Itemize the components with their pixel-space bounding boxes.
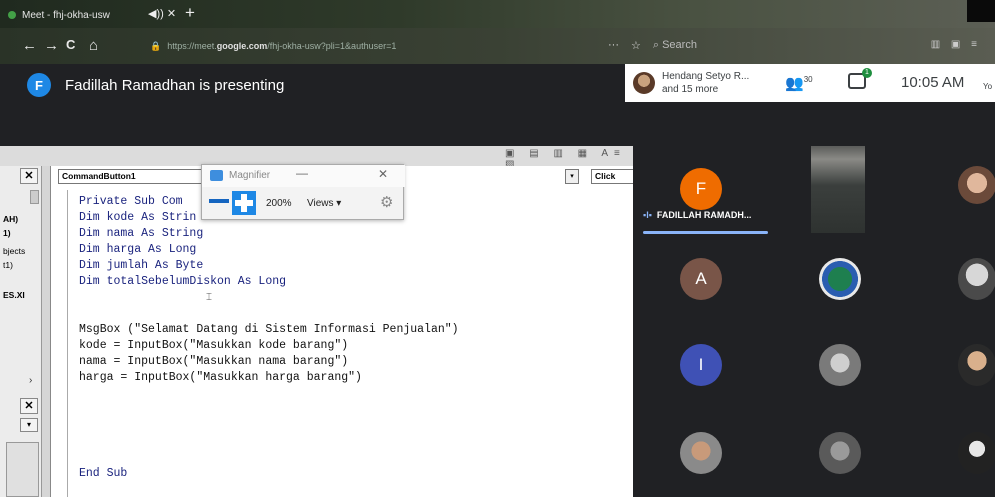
magnifier-app-icon bbox=[210, 170, 223, 181]
code-line[interactable]: MsgBox ("Selamat Datang di Sistem Inform… bbox=[79, 322, 459, 338]
tab-title: Meet - fhj-okha-usw bbox=[22, 9, 110, 21]
chat-badge: 1 bbox=[862, 68, 872, 78]
active-speaker-indicator bbox=[643, 231, 768, 234]
participant-tile[interactable]: I bbox=[680, 344, 722, 386]
close-icon[interactable]: ✕ bbox=[378, 167, 388, 181]
lock-icon: 🔒 bbox=[150, 40, 162, 51]
meet-header-controls: Hendang Setyo R... and 15 more 👥30 1 10:… bbox=[625, 64, 995, 102]
forward-button[interactable]: → bbox=[44, 37, 59, 54]
code-line[interactable] bbox=[79, 434, 459, 450]
code-line[interactable]: kode = InputBox("Masukkan kode barang") bbox=[79, 338, 459, 354]
project-scrollbar[interactable] bbox=[30, 190, 39, 204]
participant-video[interactable] bbox=[811, 146, 865, 233]
screenshot-root: Meet - fhj-okha-usw ◀)) ✕ + ← → C ⌂ 🔒 ht… bbox=[0, 0, 995, 497]
code-line[interactable] bbox=[79, 450, 459, 466]
magnifier-title: Magnifier bbox=[229, 170, 271, 181]
code-line[interactable]: End Sub bbox=[79, 466, 459, 482]
speaking-icon: ▪I▪ bbox=[643, 210, 652, 220]
zoom-out-button[interactable] bbox=[209, 199, 229, 203]
browser-tab[interactable]: Meet - fhj-okha-usw bbox=[8, 6, 110, 24]
participant-avatar[interactable] bbox=[958, 432, 995, 474]
zoom-in-button[interactable] bbox=[232, 191, 256, 215]
presenter-avatar: F bbox=[27, 73, 51, 97]
browser-nav-bar: ← → C ⌂ 🔒 https://meet.google.com/fhj-ok… bbox=[0, 28, 995, 64]
properties-close-button[interactable]: ✕ bbox=[20, 398, 38, 414]
code-line[interactable] bbox=[79, 418, 459, 434]
participant-avatar[interactable] bbox=[680, 432, 722, 474]
gear-icon[interactable]: ⚙ bbox=[380, 193, 393, 211]
you-label: Yo bbox=[983, 82, 993, 91]
project-close-button[interactable]: ✕ bbox=[20, 168, 38, 184]
views-dropdown[interactable]: Views ▾ bbox=[307, 198, 341, 209]
active-speaker-label: ▪I▪ FADILLAH RAMADH... bbox=[643, 210, 752, 220]
project-item[interactable]: 1) bbox=[3, 228, 11, 238]
code-line[interactable]: harga = InputBox("Masukkan harga barang"… bbox=[79, 370, 459, 386]
people-button[interactable]: 👥30 bbox=[785, 74, 813, 92]
tab-audio-close-icon[interactable]: ◀)) ✕ bbox=[148, 7, 176, 20]
code-margin bbox=[67, 190, 68, 497]
code-line[interactable]: Dim totalSebelumDiskon As Long bbox=[79, 274, 459, 290]
code-line[interactable] bbox=[79, 306, 459, 322]
toolbar-extensions-icon[interactable]: ▥ ▣ ≡ bbox=[931, 39, 981, 50]
page-actions-icon[interactable]: ··· bbox=[608, 39, 619, 52]
object-combo-dropdown-icon[interactable]: ▾ bbox=[565, 169, 579, 184]
url-text: https://meet.google.com/fhj-okha-usw?pli… bbox=[167, 41, 397, 51]
participant-grid: F ▪I▪ FADILLAH RAMADH... A I bbox=[633, 146, 995, 497]
text-cursor-icon: ⌶ bbox=[206, 292, 212, 303]
properties-grid[interactable] bbox=[6, 442, 39, 497]
magnifier-window: Magnifier — ✕ 200% Views ▾ ⚙ bbox=[201, 164, 405, 220]
vb-toolbar: ▣ ▤ ▥ ▦ A≡ ▧ bbox=[0, 146, 633, 170]
participant-avatar[interactable] bbox=[819, 432, 861, 474]
participant-avatar[interactable] bbox=[819, 258, 861, 300]
zoom-level: 200% bbox=[266, 198, 292, 209]
code-line[interactable]: nama = InputBox("Masukkan nama barang") bbox=[79, 354, 459, 370]
procedure-combo[interactable]: Click bbox=[591, 169, 633, 184]
participant-avatar[interactable] bbox=[958, 344, 995, 386]
project-item[interactable]: bjects bbox=[3, 246, 25, 256]
participant-tile[interactable]: A bbox=[680, 258, 722, 300]
project-explorer: ✕ AH) 1) bjects t1) ES.XI › ✕ ▾ bbox=[0, 166, 42, 497]
code-line[interactable] bbox=[79, 386, 459, 402]
participant-avatar bbox=[633, 72, 655, 94]
home-button[interactable]: ⌂ bbox=[89, 37, 98, 54]
project-item[interactable]: t1) bbox=[3, 260, 13, 270]
back-button[interactable]: ← bbox=[22, 37, 37, 54]
participant-avatar[interactable] bbox=[958, 166, 995, 204]
meet-favicon-icon bbox=[8, 11, 16, 19]
code-line[interactable]: Dim harga As Long bbox=[79, 242, 459, 258]
new-tab-button[interactable]: + bbox=[185, 3, 195, 23]
bookmark-star-icon[interactable]: ☆ bbox=[631, 39, 641, 52]
nav-right-tools: ··· ☆ ⌕ Search bbox=[608, 39, 697, 52]
browser-tab-bar: Meet - fhj-okha-usw ◀)) ✕ + bbox=[0, 0, 995, 28]
meet-header: F Fadillah Ramadhan is presenting Hendan… bbox=[0, 64, 995, 146]
code-line[interactable]: Dim nama As String bbox=[79, 226, 459, 242]
code-line[interactable] bbox=[79, 290, 459, 306]
participant-tile[interactable]: F bbox=[680, 168, 722, 210]
search-box[interactable]: ⌕ Search bbox=[653, 39, 697, 52]
presenting-label: Fadillah Ramadhan is presenting bbox=[65, 77, 285, 94]
code-line[interactable]: Dim jumlah As Byte bbox=[79, 258, 459, 274]
scroll-right-icon[interactable]: › bbox=[29, 375, 32, 386]
participants-preview[interactable]: Hendang Setyo R... and 15 more bbox=[662, 70, 749, 96]
reload-button[interactable]: C bbox=[66, 37, 75, 52]
code-line[interactable] bbox=[79, 402, 459, 418]
participant-avatar[interactable] bbox=[958, 258, 995, 300]
participant-avatar[interactable] bbox=[819, 344, 861, 386]
code-editor[interactable]: Private Sub Com Dim kode As Strin Dim nama… bbox=[79, 194, 459, 482]
project-item[interactable]: ES.XI bbox=[3, 290, 25, 300]
minimize-icon[interactable]: — bbox=[296, 166, 308, 180]
magnifier-titlebar[interactable]: Magnifier — ✕ bbox=[202, 165, 405, 187]
project-item[interactable]: AH) bbox=[3, 214, 18, 224]
properties-dropdown[interactable]: ▾ bbox=[20, 418, 38, 432]
clock: 10:05 AM bbox=[901, 74, 965, 91]
window-controls[interactable] bbox=[967, 0, 995, 22]
address-bar[interactable]: 🔒 https://meet.google.com/fhj-okha-usw?p… bbox=[150, 36, 535, 56]
people-icon: 👥 bbox=[785, 75, 804, 92]
